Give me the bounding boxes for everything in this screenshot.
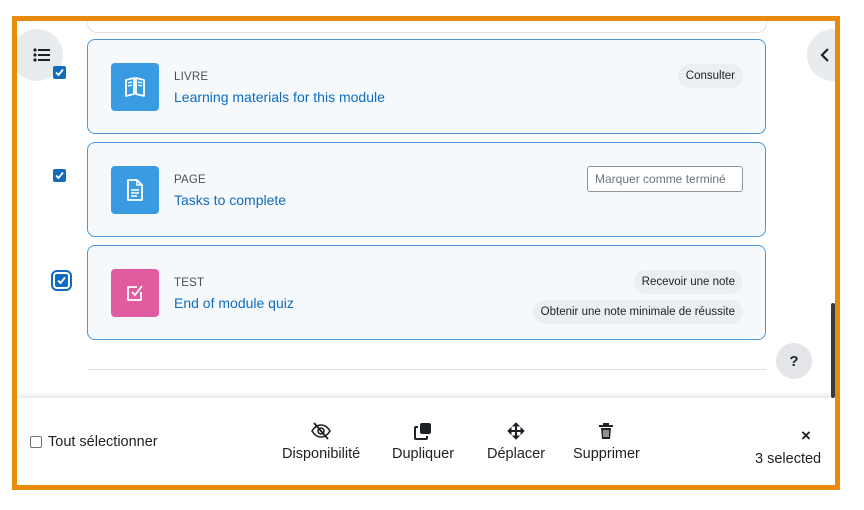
activity-checkbox-quiz[interactable] [51, 270, 72, 291]
move-label: Déplacer [487, 446, 546, 462]
screenshot-frame: LIVRE Learning materials for this module… [12, 16, 840, 490]
copy-icon [414, 422, 432, 440]
duplicate-button[interactable]: Dupliquer [392, 422, 454, 462]
activity-type: LIVRE [174, 71, 209, 83]
availability-label: Disponibilité [282, 446, 361, 462]
block-drawer-toggle-button[interactable] [807, 29, 835, 81]
completion-requirement: Recevoir une note [633, 270, 743, 294]
close-bulk-edit-button[interactable]: × [801, 426, 811, 446]
activity-link[interactable]: Learning materials for this module [174, 89, 385, 105]
quiz-icon [111, 269, 159, 317]
move-icon [507, 422, 525, 440]
select-all-label: Tout sélectionner [48, 434, 158, 450]
completion-requirement: Obtenir une note minimale de réussite [532, 300, 743, 324]
activity-link[interactable]: End of module quiz [174, 295, 294, 311]
activity-checkbox-book[interactable] [53, 66, 66, 79]
activity-type: PAGE [174, 174, 206, 186]
scrollbar[interactable] [831, 303, 835, 398]
course-page: LIVRE Learning materials for this module… [17, 21, 835, 485]
delete-button[interactable]: Supprimer [573, 422, 640, 462]
availability-button[interactable]: Disponibilité [282, 422, 360, 462]
select-all-control[interactable]: Tout sélectionner [30, 434, 158, 450]
activity-card-quiz: TEST End of module quiz Recevoir une not… [87, 245, 766, 340]
check-icon [55, 68, 64, 77]
help-button[interactable]: ? [776, 343, 812, 379]
mark-as-done-button[interactable]: Marquer comme terminé [587, 166, 743, 192]
duplicate-label: Dupliquer [392, 446, 455, 462]
book-icon [111, 63, 159, 111]
activity-link[interactable]: Tasks to complete [174, 192, 286, 208]
activity-card-page: PAGE Tasks to complete Marquer comme ter… [87, 142, 766, 237]
trash-icon [598, 422, 614, 440]
chevron-left-icon [820, 48, 829, 62]
previous-activity-card [87, 21, 767, 33]
check-icon [57, 276, 66, 285]
bulk-edit-toolbar: Tout sélectionner Disponibilité Duplique… [17, 398, 835, 485]
move-button[interactable]: Déplacer [487, 422, 545, 462]
page-icon [111, 166, 159, 214]
eye-slash-icon [310, 422, 332, 440]
activity-card-book: LIVRE Learning materials for this module… [87, 39, 766, 134]
list-icon [33, 48, 50, 62]
check-icon [55, 171, 64, 180]
activity-checkbox-page[interactable] [53, 169, 66, 182]
activity-type: TEST [174, 277, 205, 289]
select-all-checkbox[interactable] [30, 436, 42, 448]
delete-label: Supprimer [573, 446, 640, 462]
completion-requirement: Consulter [677, 64, 743, 88]
selected-count: 3 selected [755, 451, 822, 467]
section-divider [87, 369, 766, 370]
